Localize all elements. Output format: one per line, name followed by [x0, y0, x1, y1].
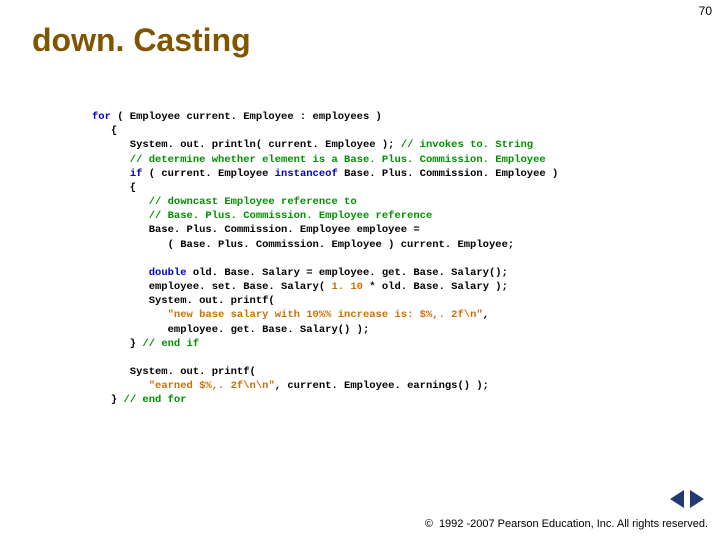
code-text: Base. Plus. Commission. Employee ) — [338, 168, 559, 180]
comment: // Base. Plus. Commission. Employee refe… — [92, 210, 432, 222]
kw-double: double — [149, 267, 187, 279]
code-text: System. out. println( current. Employee … — [92, 139, 401, 151]
code-text — [92, 168, 130, 180]
code-text: Base. Plus. Commission. Employee employe… — [92, 224, 420, 236]
nav-arrows — [670, 490, 704, 508]
code-text: ( Employee current. Employee : employees… — [111, 111, 382, 123]
string-literal: "new base salary with 10%% increase is: … — [168, 309, 483, 321]
string-literal: "earned $%,. 2f\n\n" — [149, 380, 275, 392]
comment: // end for — [124, 394, 187, 406]
kw-instanceof: instanceof — [275, 168, 338, 180]
copyright-icon: © — [425, 518, 433, 530]
footer: © 1992 -2007 Pearson Education, Inc. All… — [425, 518, 708, 530]
code-text: { — [92, 182, 136, 194]
next-arrow-icon[interactable] — [690, 490, 704, 508]
code-text: employee. get. Base. Salary() ); — [92, 324, 369, 336]
code-text: , current. Employee. earnings() ); — [275, 380, 489, 392]
comment: // invokes to. String — [401, 139, 533, 151]
number-literal: 1. 10 — [331, 281, 363, 293]
page-title: down. Casting — [32, 22, 251, 59]
code-blank — [92, 352, 98, 364]
code-text — [92, 309, 168, 321]
code-text: , — [483, 309, 489, 321]
kw-for: for — [92, 111, 111, 123]
code-text: } — [92, 338, 142, 350]
page-number: 70 — [699, 4, 712, 18]
code-text: * old. Base. Salary ); — [363, 281, 508, 293]
code-text — [92, 380, 149, 392]
code-text: System. out. printf( — [92, 295, 275, 307]
code-blank — [92, 253, 98, 265]
prev-arrow-icon[interactable] — [670, 490, 684, 508]
code-text: System. out. printf( — [92, 366, 256, 378]
code-text: { — [92, 125, 117, 137]
code-text: } — [92, 394, 124, 406]
code-text: ( Base. Plus. Commission. Employee ) cur… — [92, 239, 514, 251]
comment: // determine whether element is a Base. … — [92, 154, 546, 166]
comment: // downcast Employee reference to — [92, 196, 357, 208]
code-block: for ( Employee current. Employee : emplo… — [92, 110, 680, 408]
kw-if: if — [130, 168, 143, 180]
code-text: employee. set. Base. Salary( — [92, 281, 331, 293]
code-text: ( current. Employee — [142, 168, 274, 180]
footer-text: 1992 -2007 Pearson Education, Inc. All r… — [439, 518, 708, 530]
code-text: old. Base. Salary = employee. get. Base.… — [187, 267, 508, 279]
code-text — [92, 267, 149, 279]
comment: // end if — [142, 338, 199, 350]
